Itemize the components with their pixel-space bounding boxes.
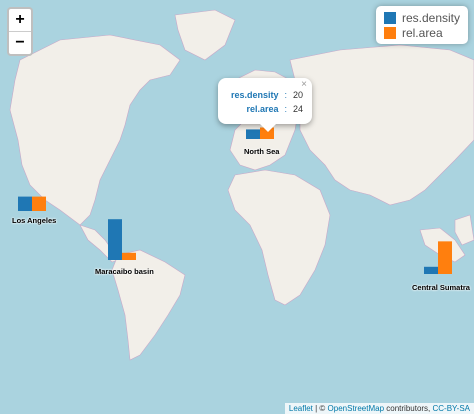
bar-rel-area-maracaibo-basin[interactable] — [122, 252, 136, 260]
leaflet-link[interactable]: Leaflet — [289, 404, 313, 413]
bar-res-density-central-sumatra[interactable] — [424, 266, 438, 274]
popup-table: res.density : 20 rel.area : 24 — [228, 88, 306, 116]
bar-res-density-north-sea[interactable] — [246, 129, 260, 139]
license-link[interactable]: CC-BY-SA — [433, 404, 471, 413]
legend-label-res-density: res.density — [401, 10, 460, 25]
bar-rel-area-central-sumatra[interactable] — [438, 241, 452, 274]
popup-key: res.density — [231, 90, 279, 100]
legend-swatch-res-density — [383, 11, 396, 24]
popup-colon: : — [284, 90, 288, 100]
popup-row: rel.area : 24 — [228, 102, 306, 116]
bar-res-density-maracaibo-basin[interactable] — [108, 219, 122, 260]
map-attribution: Leaflet | © OpenStreetMap contributors, … — [284, 403, 474, 414]
bar-rel-area-los-angeles[interactable] — [32, 196, 46, 211]
popup-key: rel.area — [246, 104, 279, 114]
popup-value: 24 — [293, 104, 304, 114]
place-label-north-sea: North Sea — [244, 147, 280, 156]
place-label-maracaibo-basin: Maracaibo basin — [95, 267, 154, 276]
attribution-separator: | © — [312, 404, 328, 413]
place-label-central-sumatra: Central Sumatra — [412, 283, 470, 292]
info-popup: × res.density : 20 rel.area : 24 — [218, 78, 312, 132]
legend-swatch-rel-area — [383, 26, 396, 39]
zoom-control: + − — [7, 7, 33, 56]
legend-label-rel-area: rel.area — [401, 25, 443, 40]
world-map[interactable] — [0, 0, 474, 414]
attribution-contributors: contributors, — [384, 404, 433, 413]
place-label-los-angeles: Los Angeles — [12, 216, 57, 225]
zoom-out-button[interactable]: − — [9, 31, 31, 54]
popup-colon: : — [284, 104, 288, 114]
legend-item-res-density: res.density — [383, 10, 460, 25]
zoom-in-button[interactable]: + — [9, 9, 31, 31]
popup-value: 20 — [293, 90, 304, 100]
bar-res-density-los-angeles[interactable] — [18, 196, 32, 211]
legend: res.density rel.area — [375, 6, 468, 44]
openstreetmap-link[interactable]: OpenStreetMap — [328, 404, 384, 413]
legend-item-rel-area: rel.area — [383, 25, 460, 40]
popup-row: res.density : 20 — [228, 88, 306, 102]
